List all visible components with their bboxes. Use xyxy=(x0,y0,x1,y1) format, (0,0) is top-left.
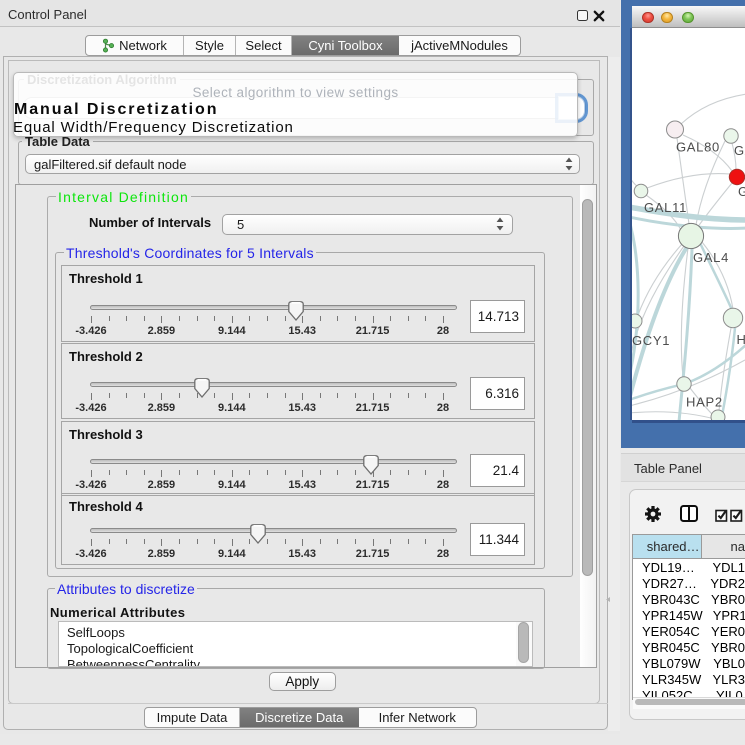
svg-text:G: G xyxy=(738,184,745,199)
svg-text:GAL4: GAL4 xyxy=(693,250,729,265)
svg-text:GA: GA xyxy=(734,143,745,158)
svg-text:HAP2: HAP2 xyxy=(686,395,723,410)
svg-text:H: H xyxy=(737,332,745,347)
svg-text:GCY1: GCY1 xyxy=(632,333,670,348)
svg-text:GAL80: GAL80 xyxy=(676,140,720,155)
svg-text:GAL11: GAL11 xyxy=(644,200,687,215)
